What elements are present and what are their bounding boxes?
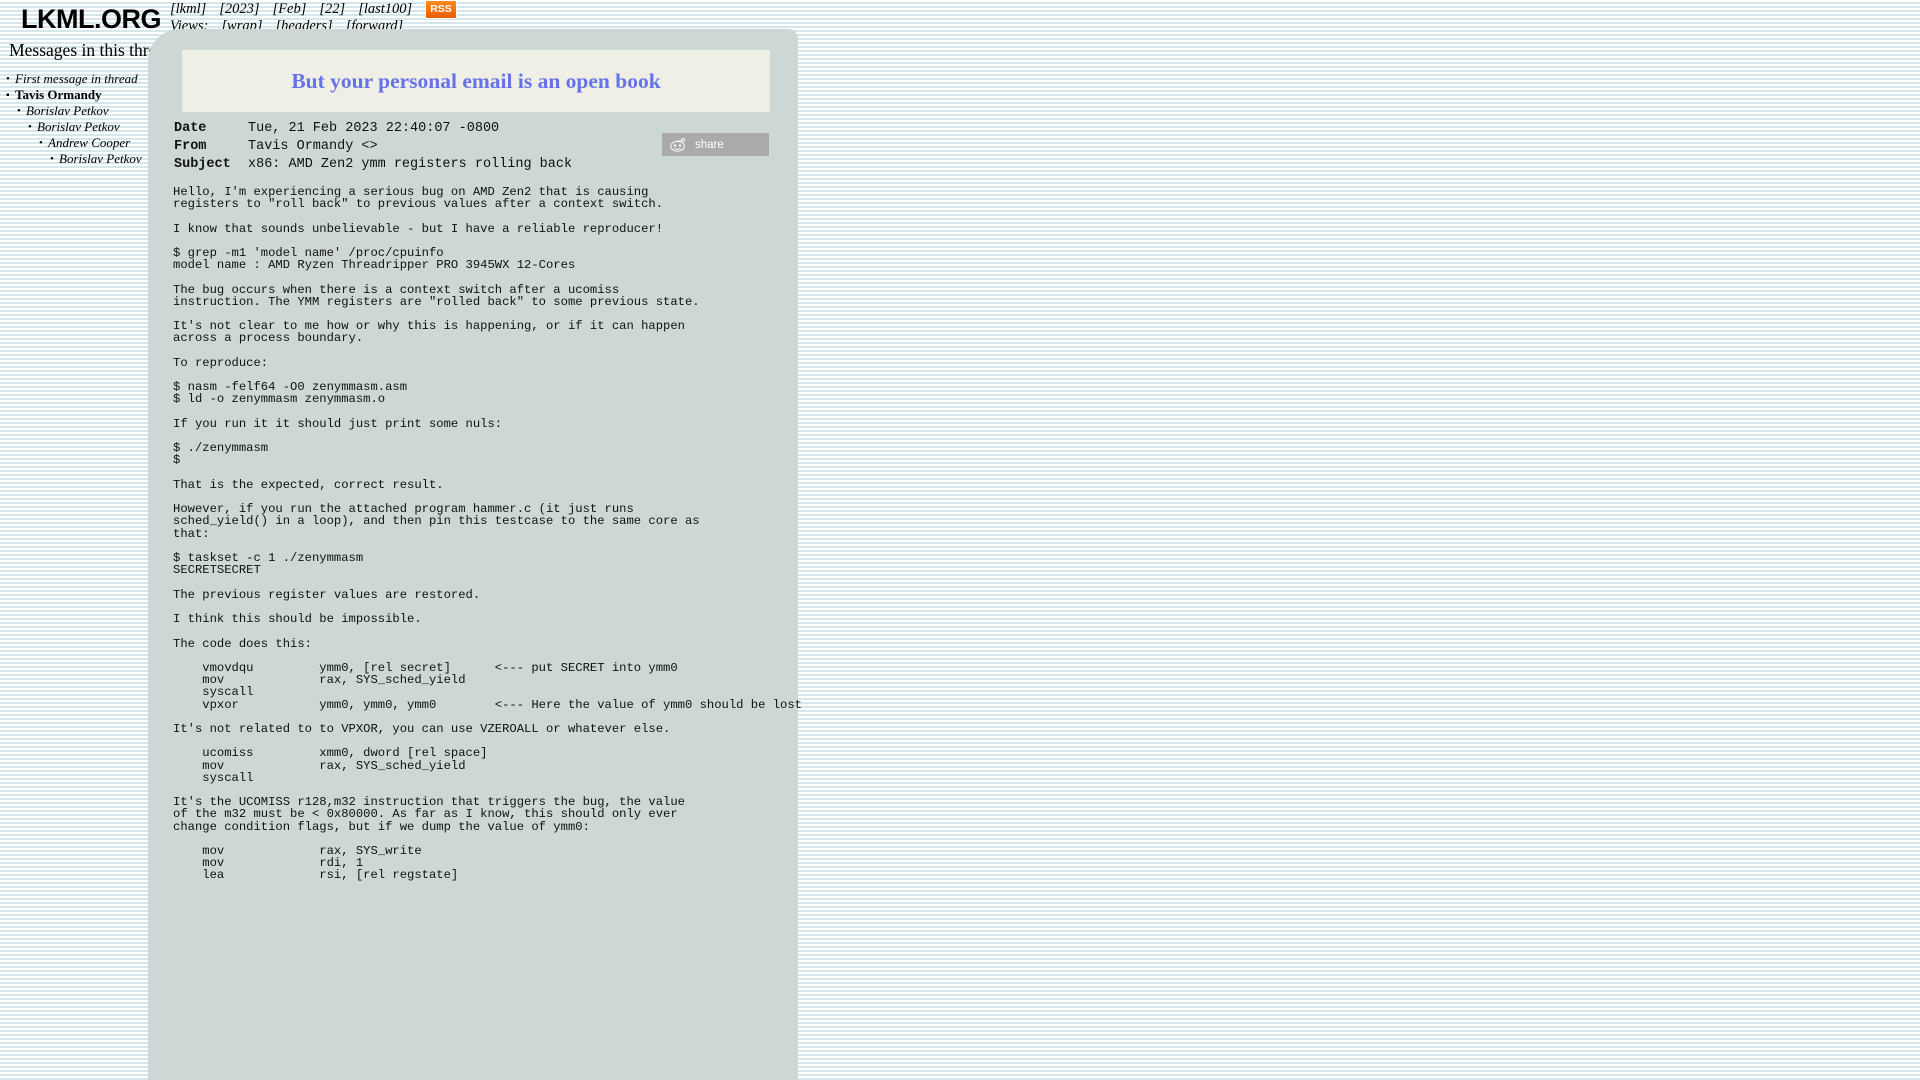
header-value: Tue, 21 Feb 2023 22:40:07 -0800 — [248, 121, 500, 136]
bullet-icon: • — [17, 105, 21, 118]
share-button-label: share — [695, 138, 724, 151]
header-row-date: Date Tue, 21 Feb 2023 22:40:07 -0800 — [174, 120, 572, 138]
message-panel: But your personal email is an open book … — [148, 29, 802, 1080]
header-key: Date — [174, 121, 207, 136]
rss-badge[interactable]: RSS — [425, 0, 457, 19]
bullet-icon: • — [6, 73, 10, 86]
thread-item-label: Borislav Petkov — [59, 151, 142, 167]
header-value: Tavis Ormandy <> — [248, 139, 378, 154]
header-row-from: From Tavis Ormandy <> — [174, 138, 572, 156]
header-value: x86: AMD Zen2 ymm registers rolling back — [248, 157, 573, 172]
header-key: From — [174, 139, 207, 154]
nav-month[interactable]: [Feb] — [273, 1, 307, 17]
site-logo[interactable]: LKML.ORG — [0, 5, 182, 34]
nav-day[interactable]: [22] — [319, 1, 345, 17]
thread-marker-icon: ▪ — [6, 90, 10, 102]
thread-item-label: Borislav Petkov — [26, 103, 109, 119]
message-body: Hello, I'm experiencing a serious bug on… — [173, 185, 802, 883]
reddit-share-button[interactable]: share — [662, 133, 769, 156]
page-root: LKML.ORG Messages in this thread • First … — [0, 0, 1920, 1080]
thread-item-label: Andrew Cooper — [48, 135, 131, 151]
bullet-icon: • — [39, 137, 43, 150]
nav-year[interactable]: [2023] — [219, 1, 259, 17]
breadcrumb: [lkml] [2023] [Feb] [22] [last100] RSS — [170, 0, 457, 19]
bullet-icon: • — [50, 153, 54, 166]
nav-last100[interactable]: [last100] — [358, 1, 412, 17]
thread-item-label: Borislav Petkov — [37, 119, 120, 135]
reddit-icon — [669, 137, 686, 152]
subject-banner: But your personal email is an open book — [182, 50, 770, 112]
bullet-icon: • — [28, 121, 32, 134]
thread-item-label: First message in thread — [15, 71, 138, 87]
header-row-subject: Subject x86: AMD Zen2 ymm registers rolli… — [174, 156, 572, 174]
subject-banner-title: But your personal email is an open book — [291, 68, 661, 93]
header-key: Subject — [174, 157, 231, 172]
thread-item-label: Tavis Ormandy — [15, 87, 102, 103]
message-headers: Date Tue, 21 Feb 2023 22:40:07 -0800 From T… — [174, 120, 572, 174]
nav-lkml[interactable]: [lkml] — [170, 1, 206, 17]
